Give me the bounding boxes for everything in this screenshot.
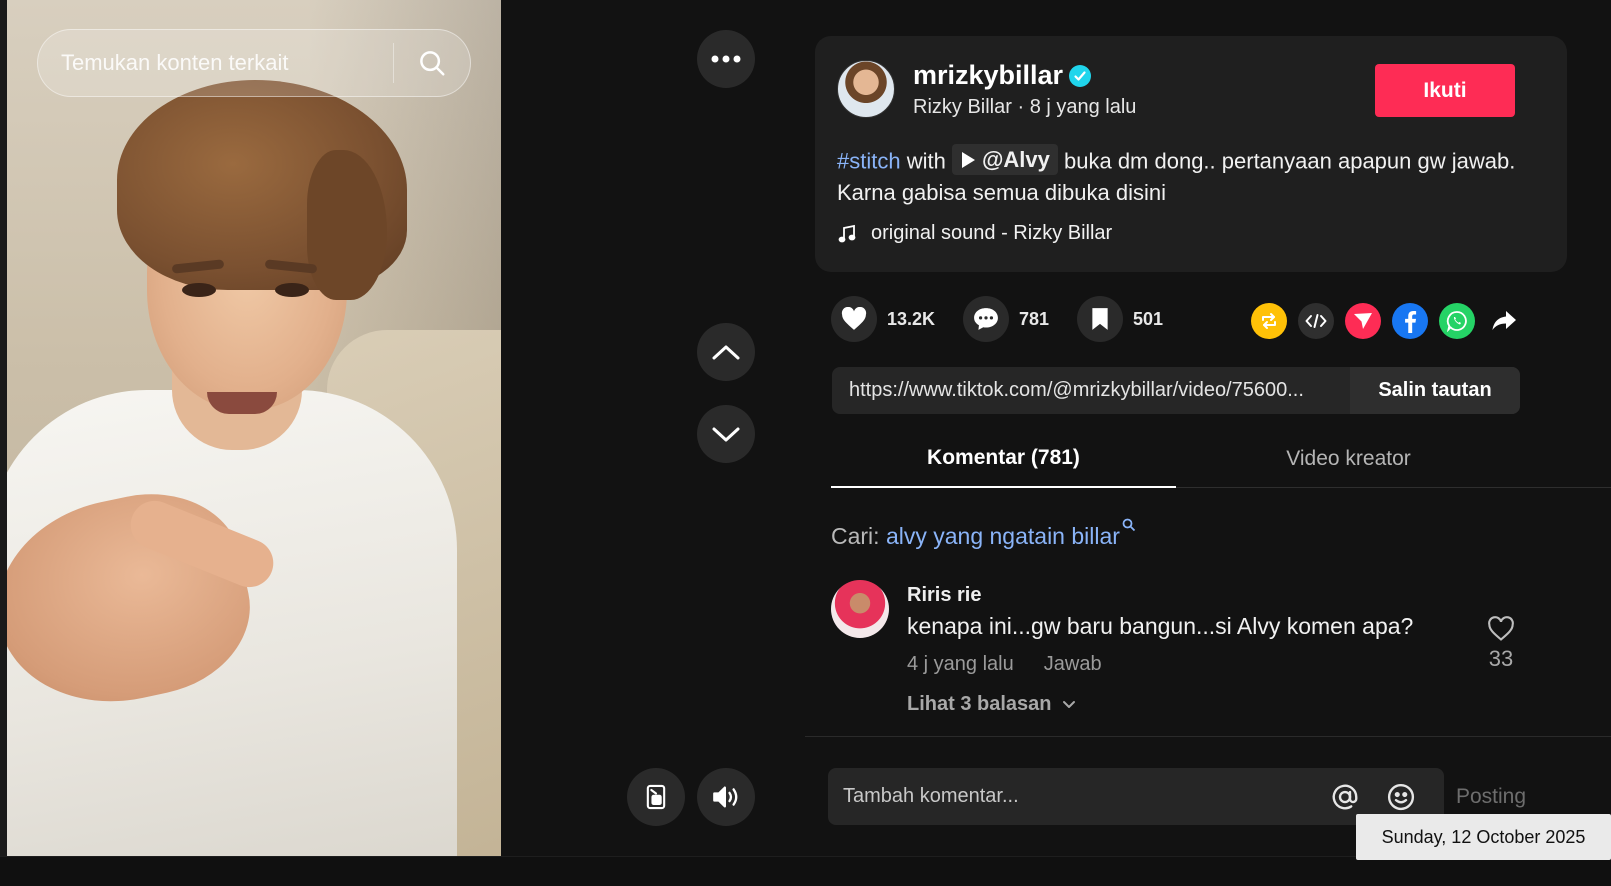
paper-plane-icon (1354, 313, 1372, 329)
at-sign-icon (1332, 784, 1358, 810)
search-button[interactable] (394, 30, 470, 96)
comment-button[interactable]: 781 (963, 296, 1049, 342)
more-dots-icon (711, 55, 741, 63)
action-bar: 13.2K 781 501 (831, 296, 1591, 344)
comment-time: 4 j yang lalu (907, 653, 1014, 675)
post-time: 8 j yang lalu (1029, 96, 1137, 118)
next-video-button[interactable] (697, 405, 755, 463)
details-panel: mrizkybillar Rizky Billar · 8 j yang lal… (805, 0, 1611, 886)
subline-separator: · (1011, 96, 1030, 118)
chevron-down-icon (1062, 700, 1075, 708)
panel-tabs: Komentar (781) Video kreator (831, 430, 1611, 488)
chevron-up-icon (712, 345, 740, 360)
left-edge (0, 0, 7, 886)
repost-button[interactable] (1251, 303, 1287, 339)
tab-creator-videos[interactable]: Video kreator (1176, 430, 1521, 488)
creator-avatar[interactable] (837, 60, 895, 118)
post-caption: #stitch with @Alvy buka dm dong.. pertan… (837, 144, 1537, 208)
comment-composer (828, 768, 1444, 825)
floating-player-button[interactable] (627, 768, 685, 826)
share-arrow-icon (1492, 311, 1516, 330)
picture-in-picture-icon (646, 784, 666, 810)
mention-label: @Alvy (981, 147, 1050, 172)
comment-like-button[interactable]: 33 (1479, 616, 1523, 672)
commenter-username[interactable]: Riris rie (907, 584, 981, 607)
whatsapp-icon (1446, 311, 1467, 332)
copy-link-button[interactable]: Salin tautan (1350, 367, 1520, 414)
commenter-avatar[interactable] (831, 580, 889, 638)
view-replies-button[interactable]: Lihat 3 balasan (907, 693, 1076, 716)
like-button[interactable]: 13.2K (831, 296, 935, 342)
video-player[interactable] (7, 0, 501, 886)
video-area (0, 0, 805, 886)
search-hint-query[interactable]: alvy yang ngatain billar (886, 523, 1120, 549)
comment-meta: 4 j yang lalu Jawab (907, 653, 1102, 676)
verified-badge-icon (1069, 65, 1091, 87)
save-button[interactable]: 501 (1077, 296, 1163, 342)
repost-icon (1262, 313, 1276, 329)
creator-username[interactable]: mrizkybillar (913, 60, 1063, 91)
comment-bubble-icon (974, 308, 998, 330)
sound-link[interactable]: original sound - Rizky Billar (837, 222, 1112, 245)
whatsapp-share-button[interactable] (1439, 303, 1475, 339)
music-note-icon (838, 224, 856, 242)
system-clock-tooltip: Sunday, 12 October 2025 (1356, 814, 1611, 860)
creator-display-name: Rizky Billar (913, 96, 1012, 118)
comment-text: kenapa ini...gw baru bangun...si Alvy ko… (907, 613, 1414, 639)
small-search-icon (1122, 518, 1136, 532)
share-link-row: https://www.tiktok.com/@mrizkybillar/vid… (832, 367, 1520, 414)
caption-with: with (900, 148, 952, 174)
stitched-video-mention[interactable]: @Alvy (951, 144, 1058, 175)
search-icon (420, 51, 445, 76)
play-icon (961, 151, 975, 168)
like-count: 13.2K (887, 308, 936, 329)
comment-search-suggestion: Cari: alvy yang ngatain billar (831, 518, 1136, 550)
sound-name: original sound - Rizky Billar (871, 222, 1113, 244)
code-embed-icon (1305, 314, 1327, 328)
more-share-button[interactable] (1486, 303, 1522, 339)
composer-divider (805, 736, 1611, 737)
heart-outline-icon (1488, 616, 1514, 641)
save-count: 501 (1133, 308, 1164, 329)
bookmark-icon (1092, 308, 1108, 330)
related-search-input[interactable] (38, 50, 393, 76)
more-options-button[interactable] (697, 30, 755, 88)
send-to-friend-button[interactable] (1345, 303, 1381, 339)
creator-subline: Rizky Billar · 8 j yang lalu (913, 96, 1136, 119)
tab-comments[interactable]: Komentar (781) (831, 430, 1176, 488)
comment-input[interactable] (843, 768, 1313, 825)
follow-button[interactable]: Ikuti (1375, 64, 1515, 117)
chevron-down-icon (712, 427, 740, 442)
volume-button[interactable] (697, 768, 755, 826)
reply-button[interactable]: Jawab (1044, 653, 1102, 676)
related-content-search (37, 29, 471, 97)
post-info-card: mrizkybillar Rizky Billar · 8 j yang lal… (815, 36, 1567, 272)
comment-like-count: 33 (1488, 646, 1514, 671)
emoji-button[interactable] (1384, 780, 1418, 814)
smiley-icon (1387, 783, 1415, 811)
mention-button[interactable] (1328, 780, 1362, 814)
taskbar (0, 856, 1611, 886)
speaker-icon (713, 786, 738, 808)
search-hint-prefix: Cari: (831, 523, 886, 549)
comment-item: Riris rie kenapa ini...gw baru bangun...… (831, 580, 1531, 730)
comment-count: 781 (1019, 308, 1050, 329)
previous-video-button[interactable] (697, 323, 755, 381)
embed-button[interactable] (1298, 303, 1334, 339)
caption-hashtag[interactable]: #stitch (837, 149, 901, 174)
view-replies-label: Lihat 3 balasan (907, 693, 1052, 715)
heart-icon (841, 307, 867, 330)
facebook-share-button[interactable] (1392, 303, 1428, 339)
video-link-text[interactable]: https://www.tiktok.com/@mrizkybillar/vid… (849, 367, 1349, 414)
facebook-icon (1405, 310, 1417, 333)
